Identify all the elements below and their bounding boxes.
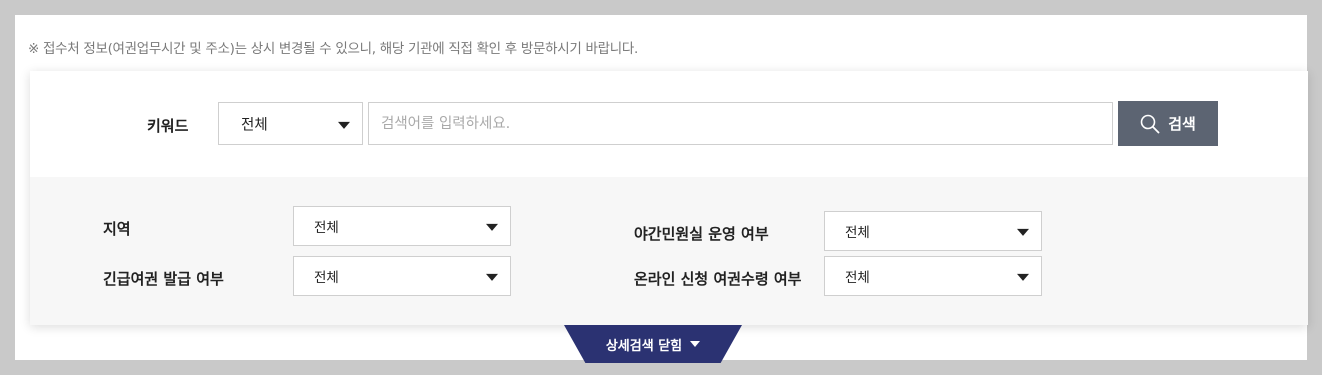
online-application-select[interactable]: 전체 <box>824 256 1042 296</box>
region-label: 지역 <box>103 220 131 238</box>
search-button-label: 검색 <box>1168 115 1196 133</box>
keyword-scope-select[interactable]: 전체 <box>218 102 363 145</box>
emergency-passport-select-value: 전체 <box>314 270 339 286</box>
caret-down-icon <box>486 223 498 231</box>
page: ※ 접수처 정보(여권업무시간 및 주소)는 상시 변경될 수 있으니, 해당 … <box>15 15 1308 363</box>
keyword-scope-value: 전체 <box>241 117 268 133</box>
keyword-label: 키워드 <box>147 117 189 135</box>
detail-search-toggle-button[interactable]: 상세검색 닫힘 <box>564 325 742 363</box>
search-icon <box>1140 114 1160 133</box>
night-office-select-value: 전체 <box>845 225 870 241</box>
detail-filters: 지역 전체 긴급여권 발급 여부 전체 야간민원실 운영 여부 전체 온라인 신… <box>30 177 1308 325</box>
night-office-select[interactable]: 전체 <box>824 211 1042 251</box>
region-select[interactable]: 전체 <box>293 206 511 246</box>
caret-down-icon <box>1017 228 1029 236</box>
detail-search-toggle-label: 상세검색 닫힘 <box>605 338 683 354</box>
caret-down-icon <box>1017 273 1029 281</box>
search-button[interactable]: 검색 <box>1118 101 1218 146</box>
caret-down-icon <box>338 121 350 129</box>
notice-text: ※ 접수처 정보(여권업무시간 및 주소)는 상시 변경될 수 있으니, 해당 … <box>28 41 638 57</box>
emergency-passport-select[interactable]: 전체 <box>293 256 511 296</box>
caret-down-icon <box>486 273 498 281</box>
search-input[interactable] <box>368 102 1113 145</box>
keyword-search-row: 키워드 전체 검색 <box>30 71 1308 177</box>
caret-down-icon <box>690 341 701 347</box>
emergency-passport-label: 긴급여권 발급 여부 <box>103 270 224 288</box>
night-office-label: 야간민원실 운영 여부 <box>634 225 769 243</box>
online-application-select-value: 전체 <box>845 270 870 286</box>
search-panel: 키워드 전체 검색 지역 전체 긴급여권 발급 여부 <box>30 71 1308 325</box>
online-application-label: 온라인 신청 여권수령 여부 <box>634 270 802 288</box>
region-select-value: 전체 <box>314 220 339 236</box>
